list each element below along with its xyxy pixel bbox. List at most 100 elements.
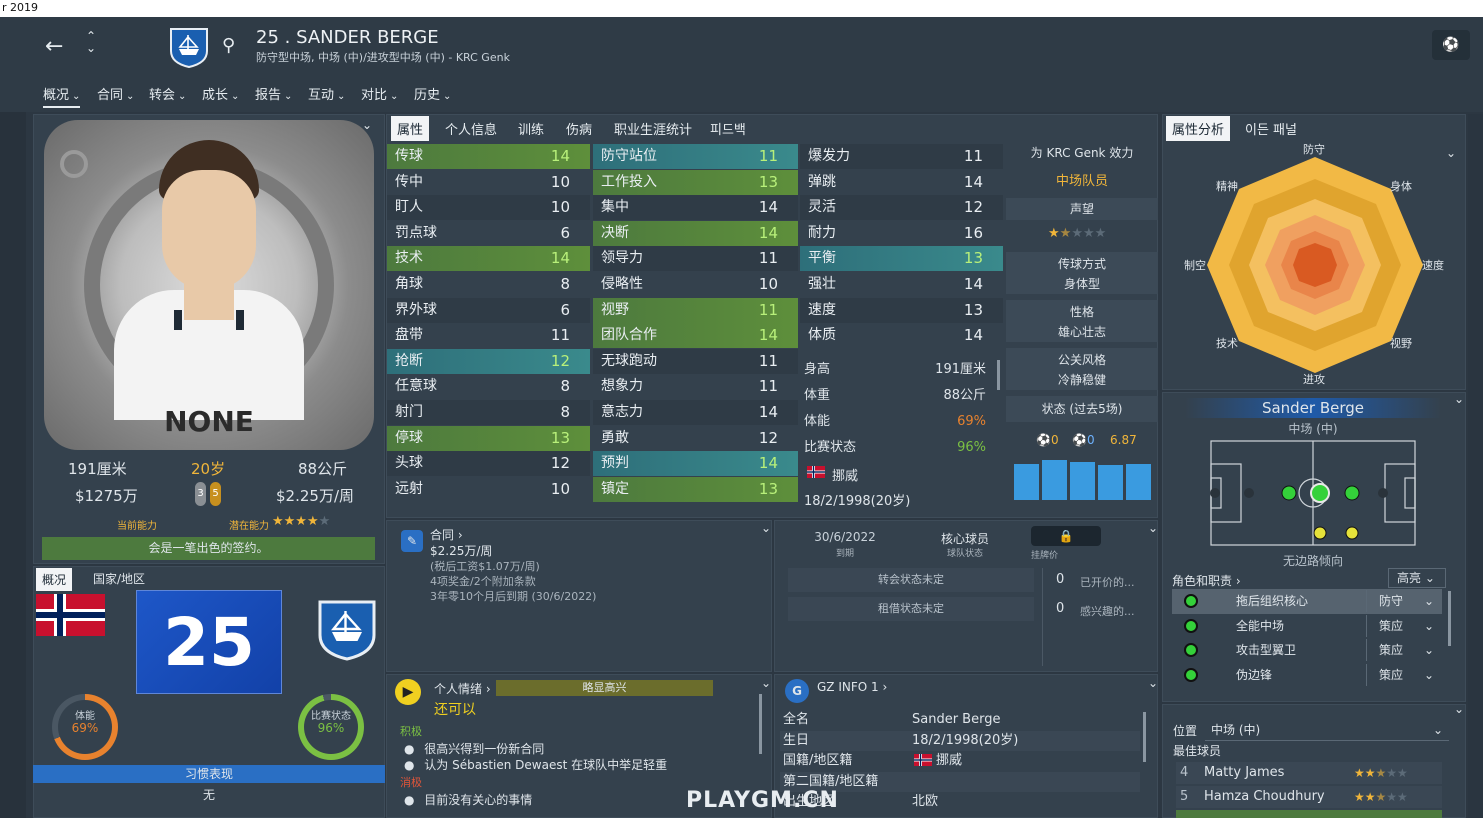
attribute-value: 13 bbox=[963, 300, 983, 319]
tab-nation[interactable]: 国家/地区 bbox=[93, 570, 145, 587]
attribute-row[interactable]: 工作投入 13 bbox=[593, 169, 798, 195]
attribute-name: 团队合作 bbox=[601, 327, 657, 344]
attribute-row[interactable]: 想象力 11 bbox=[593, 374, 798, 400]
role-row[interactable]: 全能中场 策应 ⌄ bbox=[1172, 614, 1442, 639]
gz-scrollbar[interactable] bbox=[1143, 712, 1146, 762]
menu-compare[interactable]: 对比 bbox=[361, 84, 398, 103]
attribute-row[interactable]: 角球 8 bbox=[387, 271, 590, 297]
attribute-row[interactable]: 无球跑动 11 bbox=[593, 348, 798, 374]
attribute-row[interactable]: 爆发力 11 bbox=[800, 144, 1003, 169]
pitch-diagram bbox=[1210, 440, 1416, 546]
tab-panel-kr[interactable]: 이든 패널 bbox=[1245, 119, 1297, 138]
attribute-row[interactable]: 技术 14 bbox=[387, 246, 590, 272]
happiness-title[interactable]: 个人情绪 › bbox=[434, 680, 491, 697]
attribute-row[interactable]: 弹跳 14 bbox=[800, 169, 1003, 195]
tab-injuries[interactable]: 伤病 bbox=[566, 119, 592, 138]
tab-personal-info[interactable]: 个人信息 bbox=[445, 119, 497, 138]
attribute-row[interactable]: 侵略性 10 bbox=[593, 271, 798, 297]
happiness-scrollbar[interactable] bbox=[759, 694, 762, 754]
position-chevron-icon[interactable]: ⌄ bbox=[1454, 392, 1464, 406]
attribute-row[interactable]: 罚点球 6 bbox=[387, 220, 590, 246]
attribute-row[interactable]: 团队合作 14 bbox=[593, 323, 798, 349]
roles-title[interactable]: 角色和职责 › bbox=[1172, 572, 1241, 589]
contract-wage: $2.25万/周 bbox=[430, 544, 493, 558]
attribute-row[interactable]: 耐力 16 bbox=[800, 220, 1003, 246]
role-duty-select[interactable]: 策应 ⌄ bbox=[1366, 614, 1438, 637]
attribute-row[interactable]: 决断 14 bbox=[593, 220, 798, 246]
position-text: 中场 (中) bbox=[1288, 422, 1338, 436]
attribute-row[interactable]: 强壮 14 bbox=[800, 271, 1003, 297]
attribute-row[interactable]: 镇定 13 bbox=[593, 476, 798, 502]
menu-overview[interactable]: 概况 bbox=[43, 84, 81, 108]
attribute-row[interactable]: 界外球 6 bbox=[387, 297, 590, 323]
chevron-down-icon: ⌄ bbox=[1423, 643, 1434, 657]
attribute-row[interactable]: 盘带 11 bbox=[387, 323, 590, 349]
back-icon[interactable]: ← bbox=[45, 34, 63, 59]
tab-attributes[interactable]: 属性 bbox=[391, 116, 430, 141]
attribute-row[interactable]: 头球 12 bbox=[387, 451, 590, 477]
position-filter-select[interactable]: 中场 (中) ⌄ bbox=[1205, 719, 1449, 741]
attribute-row[interactable]: 领导力 11 bbox=[593, 246, 798, 272]
attribute-row[interactable]: 传中 10 bbox=[387, 169, 590, 195]
best-player-row[interactable]: 5 Hamza Choudhury ★★★★★ bbox=[1176, 786, 1442, 808]
radar-chevron-icon[interactable]: ⌄ bbox=[1446, 146, 1456, 160]
interest-label[interactable]: 感兴趣的... bbox=[1080, 603, 1135, 619]
role-duty-select[interactable]: 防守 ⌄ bbox=[1366, 590, 1438, 612]
transfer-chevron-icon[interactable]: ⌄ bbox=[1148, 521, 1158, 535]
tab-training[interactable]: 训练 bbox=[518, 119, 544, 138]
attribute-row[interactable]: 远射 10 bbox=[387, 476, 590, 502]
gz-info-title[interactable]: GZ INFO 1 › bbox=[817, 680, 887, 694]
contract-title[interactable]: 合同 › bbox=[430, 526, 463, 543]
menu-development[interactable]: 成长 bbox=[202, 84, 239, 103]
highlight-select[interactable]: 高亮 ⌄ bbox=[1388, 568, 1446, 588]
contract-chevron-icon[interactable]: ⌄ bbox=[761, 521, 771, 535]
tab-career-stats[interactable]: 职业生涯统计 bbox=[614, 119, 692, 138]
ball-icon[interactable]: ⚽ bbox=[1432, 30, 1470, 60]
menu-reports[interactable]: 报告 bbox=[255, 84, 292, 103]
search-icon[interactable]: ⚲ bbox=[222, 35, 235, 56]
attribute-name: 远射 bbox=[395, 480, 423, 497]
attribute-row[interactable]: 勇敢 12 bbox=[593, 425, 798, 451]
gz-chevron-icon[interactable]: ⌄ bbox=[1148, 676, 1158, 690]
lock-icon[interactable]: 🔒 bbox=[1031, 526, 1101, 546]
attribute-row[interactable]: 预判 14 bbox=[593, 451, 798, 477]
menu-history[interactable]: 历史 bbox=[414, 84, 451, 103]
best-player-row[interactable]: 4 Matty James ★★★★★ bbox=[1176, 762, 1442, 784]
prev-next-icon[interactable]: ⌃ ⌄ bbox=[86, 30, 96, 54]
attribute-row[interactable]: 防守站位 11 bbox=[593, 144, 798, 169]
attribute-row[interactable]: 抢断 12 bbox=[387, 348, 590, 374]
menu-transfer[interactable]: 转会 bbox=[149, 84, 186, 103]
attribute-name: 体质 bbox=[808, 327, 836, 344]
offers-label[interactable]: 已开价的... bbox=[1080, 574, 1135, 590]
happiness-chevron-icon[interactable]: ⌄ bbox=[761, 676, 771, 690]
best-chevron-icon[interactable]: ⌄ bbox=[1454, 702, 1464, 716]
role-row[interactable]: 伪边锋 策应 ⌄ bbox=[1172, 663, 1442, 688]
role-duty-select[interactable]: 策应 ⌄ bbox=[1366, 663, 1438, 686]
tab-attribute-analysis[interactable]: 属性分析 bbox=[1166, 116, 1231, 141]
attribute-row[interactable]: 速度 13 bbox=[800, 297, 1003, 323]
attribute-row[interactable]: 平衡 13 bbox=[800, 246, 1003, 272]
attribute-row[interactable]: 体质 14 bbox=[800, 323, 1003, 349]
role-name: 全能中场 bbox=[1236, 618, 1285, 633]
attribute-row[interactable]: 视野 11 bbox=[593, 297, 798, 323]
roles-scrollbar[interactable] bbox=[1448, 591, 1451, 646]
attribute-row[interactable]: 集中 14 bbox=[593, 195, 798, 221]
body-info-scrollbar[interactable] bbox=[997, 360, 1000, 390]
tab-feedback[interactable]: 피드백 bbox=[710, 119, 746, 138]
role-row[interactable]: 拖后组织核心 防守 ⌄ bbox=[1172, 589, 1442, 614]
role-duty-select[interactable]: 策应 ⌄ bbox=[1366, 639, 1438, 661]
habit-title: 习惯表现 bbox=[33, 765, 385, 783]
attribute-row[interactable]: 意志力 14 bbox=[593, 399, 798, 425]
attribute-row[interactable]: 灵活 12 bbox=[800, 195, 1003, 221]
menu-contract[interactable]: 合同 bbox=[97, 84, 134, 103]
tab-overview-lower[interactable]: 概况 bbox=[36, 568, 73, 591]
card-chevron-icon[interactable]: ⌄ bbox=[362, 118, 372, 132]
attribute-row[interactable]: 射门 8 bbox=[387, 399, 590, 425]
role-row[interactable]: 攻击型翼卫 策应 ⌄ bbox=[1172, 638, 1442, 663]
attribute-row[interactable]: 停球 13 bbox=[387, 425, 590, 451]
attribute-row[interactable]: 传球 14 bbox=[387, 144, 590, 169]
menu-interaction[interactable]: 互动 bbox=[308, 84, 345, 103]
club-crest-icon[interactable] bbox=[167, 25, 211, 69]
attribute-row[interactable]: 盯人 10 bbox=[387, 195, 590, 221]
attribute-row[interactable]: 任意球 8 bbox=[387, 374, 590, 400]
